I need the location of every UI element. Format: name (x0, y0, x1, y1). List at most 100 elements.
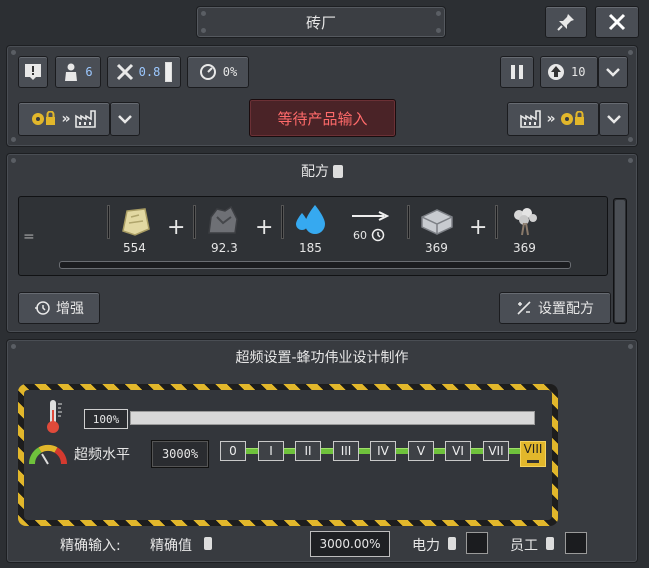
clay-resource-icon (122, 208, 150, 236)
thermometer-icon (47, 400, 62, 433)
boost-button[interactable]: 增强 (18, 292, 100, 324)
overclock-level-5[interactable]: V (408, 441, 434, 461)
recipe-header-text: 配方 (301, 164, 329, 180)
power-label: 电力 (412, 538, 440, 554)
precise-value-input[interactable]: 3000.00% (310, 531, 390, 557)
status-banner: 等待产品输入 (249, 99, 396, 137)
output-value-1: 369 (425, 241, 448, 255)
alert-button[interactable] (18, 56, 48, 88)
input-value-3: 185 (299, 241, 322, 255)
priority-selector[interactable]: 10 (540, 56, 598, 88)
process-time: 60 (353, 229, 367, 242)
overclock-level-track: 0 I II III IV V VI VII VIII (220, 441, 550, 467)
scrollbar-thumb[interactable] (615, 200, 625, 322)
pin-icon (557, 14, 574, 31)
set-recipe-button[interactable]: 设置配方 (499, 292, 611, 324)
recipe-header: 配方 (6, 157, 638, 185)
recipe-row: = 554 + 92.3 + 185 60 369 + 369 (18, 196, 608, 276)
water-resource-icon (296, 205, 325, 234)
boost-label: 增强 (56, 301, 84, 317)
close-button[interactable] (595, 6, 639, 38)
recipe-scrollbar[interactable] (613, 198, 627, 324)
input-source-selector[interactable]: » (18, 102, 110, 136)
info-icon[interactable] (204, 537, 212, 550)
overclock-header: 超频设置-蜂功伟业设计制作 (6, 343, 638, 371)
overclock-level-0[interactable]: 0 (220, 441, 246, 461)
status-text: 等待产品输入 (277, 109, 368, 128)
set-recipe-label: 设置配方 (538, 301, 594, 317)
info-icon[interactable] (448, 537, 456, 550)
priority-up-icon (548, 64, 564, 80)
close-icon (608, 13, 626, 31)
speed-percent: 0% (222, 65, 238, 79)
info-icon[interactable] (333, 164, 343, 178)
stone-resource-icon (208, 205, 238, 234)
chevron-down-icon (606, 68, 620, 77)
output-target-selector[interactable]: » (507, 102, 599, 136)
speed-indicator[interactable]: 0% (187, 56, 249, 88)
overclock-level-3[interactable]: III (333, 441, 359, 461)
pin-button[interactable] (545, 6, 587, 38)
input-value-1: 554 (123, 241, 146, 255)
overclock-level-label: 超频水平 (74, 447, 130, 463)
pause-icon (511, 65, 523, 79)
overclock-bar-value-box: 100% (84, 409, 128, 429)
gear-lock-icon (560, 111, 584, 125)
efficiency-indicator[interactable]: 0.8 (107, 56, 181, 88)
worker-label: 员工 (510, 538, 538, 554)
input-value-2: 92.3 (211, 241, 238, 255)
gear-lock-icon (32, 111, 56, 125)
plus-sign: + (167, 215, 186, 240)
history-icon (35, 301, 50, 315)
overclock-bar (130, 411, 535, 425)
clock-icon (371, 228, 385, 242)
overclock-level-value: 3000% (161, 447, 199, 461)
precise-value-text: 3000.00% (319, 537, 381, 551)
overclock-level-6[interactable]: VI (445, 441, 471, 461)
tools-icon (116, 63, 133, 81)
worker-checkbox[interactable] (565, 532, 587, 554)
power-checkbox[interactable] (466, 532, 488, 554)
process-arrow-icon (352, 211, 389, 221)
drag-handle-icon[interactable]: = (23, 229, 35, 245)
alert-icon (25, 64, 41, 80)
output-value-2: 369 (513, 241, 536, 255)
efficiency-value: 0.8 (138, 65, 161, 79)
window-title-bar: 砖厂 (196, 6, 446, 38)
overclock-header-text: 超频设置-蜂功伟业设计制作 (235, 350, 409, 366)
priority-dropdown-button[interactable] (598, 56, 628, 88)
priority-value: 10 (571, 65, 586, 79)
double-arrow-icon: » (546, 111, 556, 127)
chevron-down-icon (118, 115, 132, 124)
double-arrow-icon: » (61, 111, 71, 127)
gauge-icon (28, 444, 68, 465)
edit-recipe-icon (517, 301, 531, 315)
overclock-level-1[interactable]: I (258, 441, 284, 461)
worker-icon (65, 63, 78, 81)
dust-resource-icon (514, 208, 537, 236)
workers-indicator[interactable]: 6 (55, 56, 101, 88)
precise-value-label: 精确值 (150, 538, 192, 554)
recipe-progress-bar (59, 261, 571, 269)
overclock-level-2[interactable]: II (295, 441, 321, 461)
precise-input-label: 精确输入: (60, 538, 121, 554)
brick-resource-icon (421, 209, 453, 235)
plus-sign: + (469, 215, 488, 240)
overclock-bar-fill (131, 412, 534, 424)
info-icon[interactable] (546, 537, 554, 550)
window-title: 砖厂 (305, 13, 336, 32)
input-source-dropdown-button[interactable] (110, 102, 140, 136)
plus-sign: + (255, 215, 274, 240)
overclock-bar-value: 100% (92, 412, 120, 426)
pause-button[interactable] (500, 56, 534, 88)
overclock-level-value-box: 3000% (151, 440, 209, 468)
overclock-level-4[interactable]: IV (370, 441, 396, 461)
speedometer-icon (199, 64, 216, 80)
workers-count: 6 (85, 65, 93, 79)
output-target-dropdown-button[interactable] (599, 102, 629, 136)
overclock-level-8[interactable]: VIII (520, 441, 546, 467)
chevron-down-icon (607, 115, 621, 124)
overclock-level-7[interactable]: VII (483, 441, 509, 461)
efficiency-bar (165, 62, 173, 82)
factory-icon (520, 110, 542, 128)
